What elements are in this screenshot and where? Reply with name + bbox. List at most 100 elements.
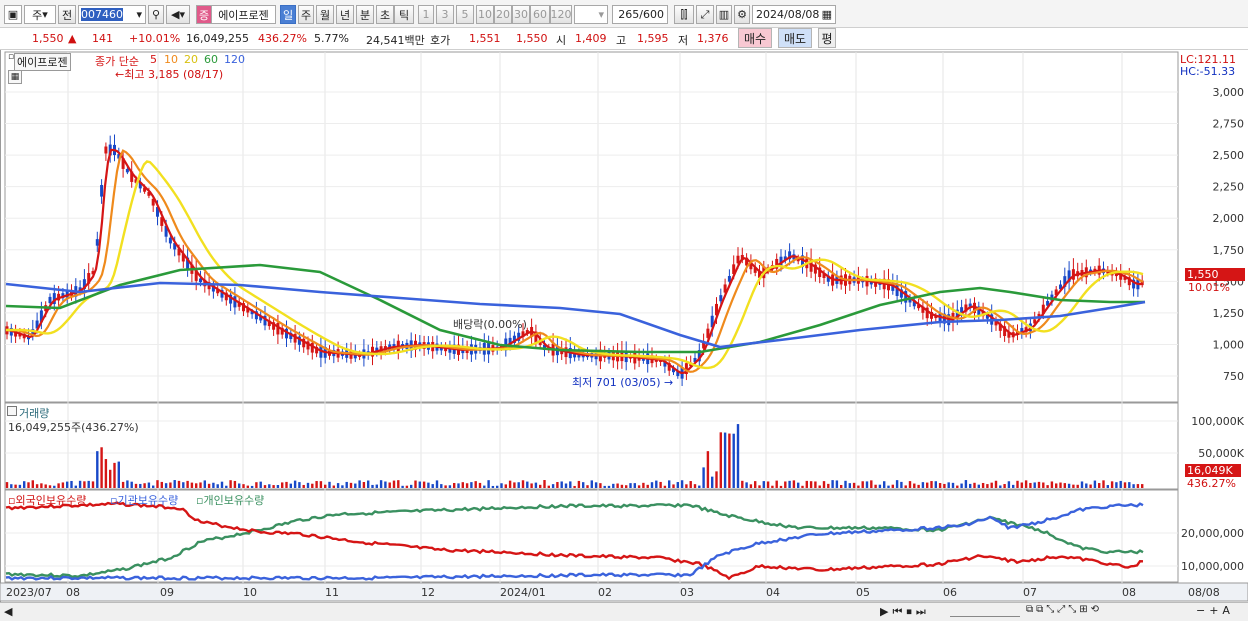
volume-bar [680, 480, 684, 488]
volume-bar [173, 480, 176, 488]
volume-bar [732, 433, 735, 488]
volume-bar [255, 482, 258, 488]
volume-bar [134, 483, 138, 488]
zoom-tools[interactable]: ⧉⧉⤡⤢⤡⊞⟲ [1026, 604, 1102, 615]
volume-bar [620, 484, 624, 488]
volume-bar [556, 482, 559, 488]
volume-bar [947, 482, 950, 488]
volume-bar [1012, 484, 1015, 488]
volume-bar [508, 480, 512, 488]
volume-bar [177, 480, 181, 488]
volume-bar [848, 483, 851, 488]
volume-bar [633, 483, 636, 488]
candle [168, 237, 172, 244]
volume-bar [1098, 483, 1101, 488]
candle [719, 295, 723, 302]
volume-bar [573, 485, 576, 488]
volume-bar [758, 485, 761, 488]
volume-bar [895, 480, 899, 488]
volume-bar [354, 483, 357, 488]
volume-bar [1110, 481, 1114, 488]
volume-bar [891, 484, 894, 488]
volume-bar [685, 484, 688, 488]
x-tick-10: 05 [856, 586, 870, 599]
x-tick-8: 03 [680, 586, 694, 599]
candle [48, 296, 52, 304]
table-icon[interactable]: ▦ [8, 70, 22, 84]
playback-controls[interactable]: ▶⏮⏹⏭ [880, 605, 930, 619]
volume-tick-1: 50,000K [1198, 447, 1244, 460]
volume-bar [474, 481, 477, 488]
volume-bar [216, 484, 219, 488]
volume-bar [951, 482, 955, 488]
volume-bar [341, 485, 344, 488]
x-tick-14: 08/08 [1188, 586, 1220, 599]
volume-bar [78, 480, 82, 488]
volume-bar [375, 484, 378, 488]
volume-bar [440, 484, 443, 488]
price-tick-5: 1,750 [1213, 244, 1245, 257]
volume-bar [401, 485, 404, 488]
volume-bar [285, 481, 288, 488]
volume-bar [904, 485, 907, 488]
volume-bar [792, 480, 796, 488]
volume-bar [53, 485, 56, 488]
volume-bar [397, 480, 400, 488]
volume-bar [414, 480, 417, 488]
volume-bar [693, 484, 697, 488]
volume-bar [698, 485, 701, 488]
volume-bar [917, 484, 920, 488]
zoom-slider[interactable] [950, 605, 1020, 617]
volume-bar [457, 483, 460, 488]
ma-5: 5 [150, 53, 157, 66]
volume-bar [594, 482, 598, 488]
stock-name-tag: 에이프로젠 [14, 53, 71, 71]
volume-panel-icon[interactable] [7, 406, 17, 416]
legend-inst: ▫기관보유수량 [110, 494, 179, 507]
scroll-left-icon[interactable]: ◀ [4, 605, 12, 618]
volume-bar [5, 482, 9, 488]
panel-icon[interactable]: ▫ [8, 52, 14, 62]
volume-bar [302, 484, 305, 488]
volume-bar [642, 482, 645, 488]
chart-svg[interactable]: 3,0002,7502,5002,2502,0001,7501,5001,250… [0, 0, 1248, 621]
volume-bar [715, 471, 718, 488]
volume-bar [504, 484, 507, 488]
volume-bar [1024, 480, 1028, 488]
volume-bar [315, 481, 318, 488]
zoom-buttons[interactable]: −+A [1196, 604, 1234, 617]
volume-bar [324, 484, 327, 488]
volume-bar [840, 484, 843, 488]
volume-bar [771, 485, 774, 488]
volume-bar [40, 483, 43, 488]
hc-value: HC:-51.33 [1180, 65, 1236, 78]
volume-bar [526, 481, 529, 488]
volume-bar [827, 483, 830, 488]
volume-bar [384, 481, 387, 488]
volume-bar [130, 481, 133, 488]
scrollbar[interactable]: ◀ ▶⏮⏹⏭ ⧉⧉⤡⤢⤡⊞⟲ −+A [0, 602, 1248, 621]
volume-bar [762, 481, 765, 488]
volume-bar [711, 476, 714, 488]
volume-bar [1007, 481, 1011, 488]
volume-bar [242, 484, 245, 488]
volume-bar [745, 482, 748, 488]
volume-value: 16,049,255주(436.27%) [8, 421, 139, 434]
volume-bar [943, 483, 946, 488]
volume-bar [754, 481, 757, 488]
x-tick-1: 08 [66, 586, 80, 599]
volume-bar [861, 481, 864, 488]
volume-bar [23, 481, 26, 488]
volume-bar [483, 485, 486, 488]
volume-bar [444, 485, 447, 488]
volume-bar [857, 485, 860, 488]
volume-bar [629, 483, 632, 488]
volume-bar [83, 481, 86, 488]
volume-bar [887, 485, 890, 488]
volume-bar [388, 482, 391, 488]
price-tick-0: 3,000 [1213, 86, 1245, 99]
volume-bar [143, 483, 146, 488]
volume-bar [930, 481, 933, 488]
volume-bar [999, 485, 1002, 488]
volume-bar [689, 481, 692, 488]
